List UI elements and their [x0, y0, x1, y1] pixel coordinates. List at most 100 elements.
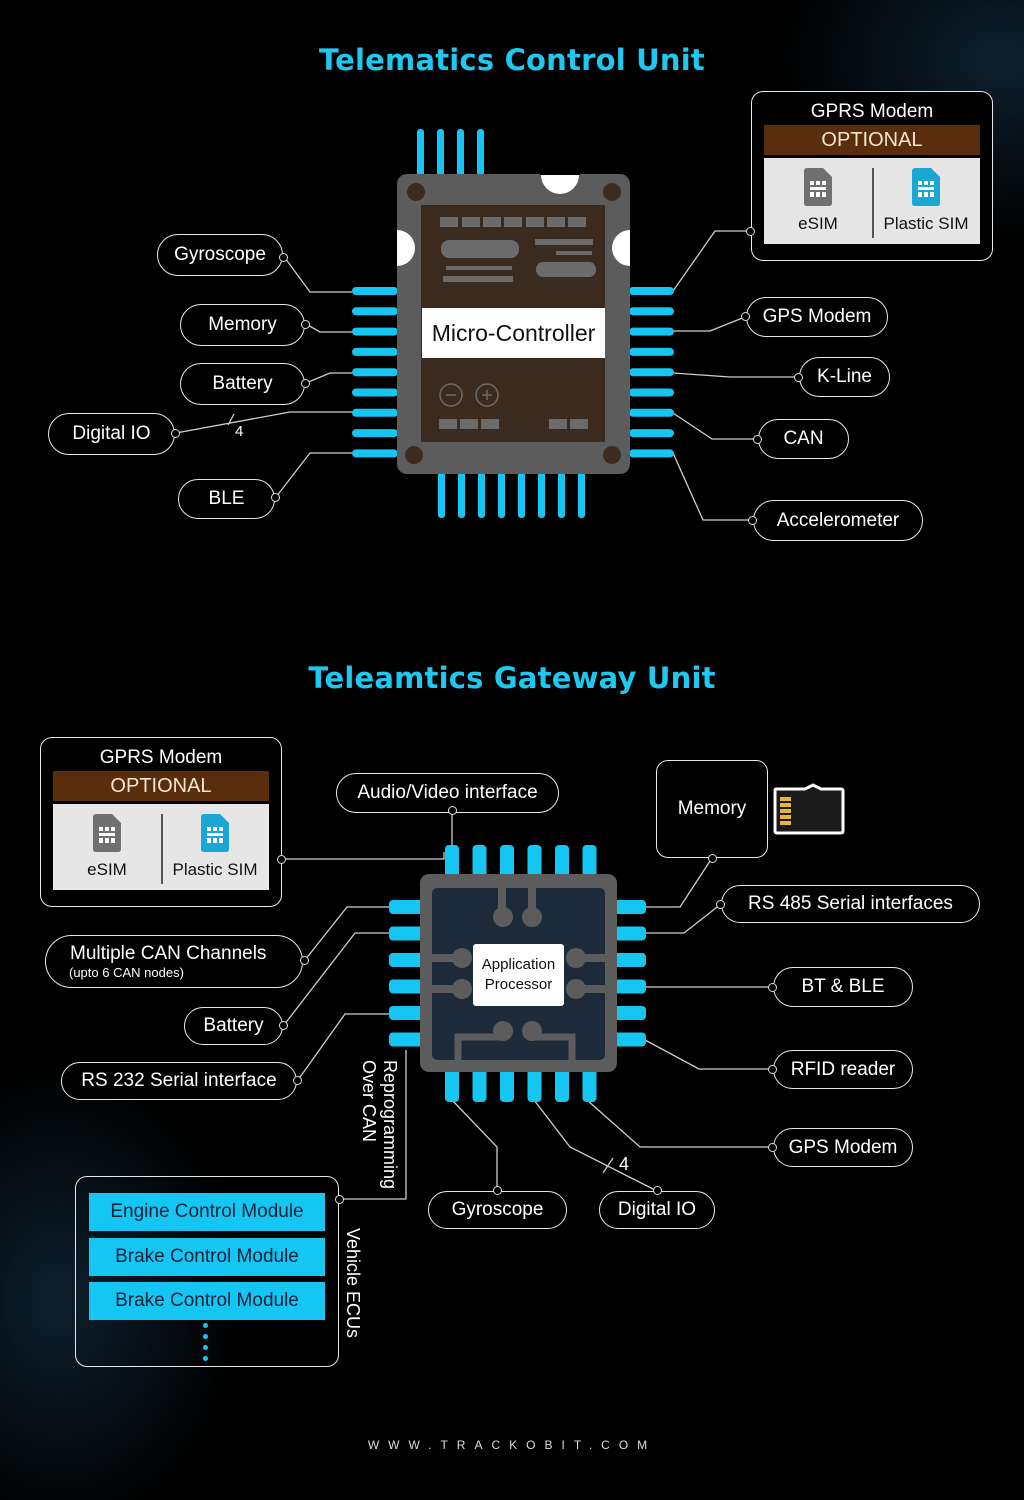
can-channels-label: Multiple CAN Channels	[70, 943, 267, 964]
sim-label: eSIM	[87, 860, 127, 879]
wire-gyro2	[451, 1099, 498, 1191]
reprogramming-label: Reprogramming Over CAN	[358, 1060, 400, 1189]
connector-dot	[748, 516, 757, 525]
connector-dot	[171, 429, 180, 438]
connector-dot	[279, 1021, 288, 1030]
pill-k-line: K-Line	[799, 357, 890, 397]
footer-url: WWW.TRACKOBIT.COM	[367, 1438, 657, 1452]
pill-digital-io-2: Digital IO	[599, 1191, 715, 1229]
chip-pin	[612, 1032, 646, 1047]
connector-dot	[448, 806, 457, 815]
ecu-item: Brake Control Module	[89, 1238, 325, 1276]
chip-pin	[629, 408, 674, 417]
connector-dot	[741, 312, 750, 321]
wire-accelerometer	[672, 452, 752, 521]
sim-label: Plastic SIM	[172, 860, 258, 879]
chip-pin	[352, 449, 398, 458]
sim-options: eSIM Plastic SIM	[764, 158, 980, 244]
wire-ble	[275, 452, 352, 498]
sim-label: Plastic SIM	[883, 214, 969, 233]
ecu-item: Brake Control Module	[89, 1282, 325, 1320]
connector-dot	[768, 1065, 777, 1074]
connector-dot	[301, 320, 310, 329]
chip-pin	[629, 307, 674, 316]
chip-pin	[352, 347, 398, 356]
wire-memory	[305, 323, 352, 333]
wire-gprs2	[282, 852, 445, 860]
pill-gps-modem-2: GPS Modem	[773, 1128, 913, 1167]
chip-pin	[389, 979, 425, 994]
wire-rs485	[645, 903, 722, 934]
chip-pin	[352, 287, 398, 295]
wire-digital-io	[175, 411, 352, 434]
wire-battery2	[283, 932, 390, 1026]
sim-card-icon	[804, 168, 832, 206]
chip-pin	[612, 926, 646, 941]
chip-pin	[629, 327, 674, 336]
connector-dot	[768, 1143, 777, 1152]
sim-card-icon	[201, 814, 229, 852]
pill-ble: BLE	[178, 479, 275, 519]
wire-memory2	[645, 857, 713, 908]
sim-option-plastic: Plastic SIM	[872, 158, 980, 244]
memory-box: Memory	[656, 760, 768, 858]
chip-pin	[352, 429, 398, 438]
wire-battery	[305, 372, 352, 384]
tcu-title: Telematics Control Unit	[319, 43, 705, 77]
more-ellipsis-icon	[203, 1323, 208, 1361]
chip-pin	[389, 900, 425, 914]
reprog-line: Reprogramming	[380, 1060, 400, 1190]
chip-pin	[352, 388, 398, 397]
pill-audio-video: Audio/Video interface	[336, 773, 559, 813]
gprs-modem-box-2: GPRS Modem OPTIONAL eSIM Plastic SIM	[40, 737, 282, 907]
connector-dot	[493, 1186, 502, 1195]
sim-options: eSIM Plastic SIM	[53, 804, 269, 890]
pill-battery: Battery	[180, 363, 305, 405]
sim-option-esim: eSIM	[53, 804, 161, 890]
wire-can	[672, 412, 758, 440]
connector-dot	[277, 855, 286, 864]
chip-label-line: Application	[481, 956, 556, 973]
connector-dot	[300, 956, 309, 965]
microcontroller-label: Micro-Controller	[431, 319, 596, 346]
wire-gps	[673, 316, 746, 332]
chip-pin	[352, 327, 398, 336]
pill-bt-ble: BT & BLE	[773, 967, 913, 1007]
wire-gps2	[586, 1099, 773, 1148]
connector-dot	[271, 493, 280, 502]
pill-rfid: RFID reader	[773, 1050, 913, 1089]
ecu-item: Engine Control Module	[89, 1193, 325, 1231]
gprs-modem-title: GPRS Modem	[810, 101, 934, 122]
chip-pin	[612, 979, 646, 994]
pill-rs485: RS 485 Serial interfaces	[721, 885, 980, 923]
pill-gyroscope-2: Gyroscope	[428, 1191, 567, 1229]
chip-pin	[612, 953, 646, 967]
pill-digital-io: Digital IO	[48, 413, 175, 455]
sim-option-plastic: Plastic SIM	[161, 804, 269, 890]
chip-pin	[612, 1006, 646, 1020]
tgu-title: Teleamtics Gateway Unit	[308, 661, 716, 695]
chip-pin	[629, 388, 674, 397]
connector-dot	[708, 854, 717, 863]
pill-can: CAN	[758, 419, 849, 459]
wire-kline	[672, 372, 798, 378]
chip-pin	[629, 287, 674, 295]
chip-pin	[389, 953, 425, 967]
divider	[872, 168, 874, 238]
bus-width-label: 4	[619, 1154, 630, 1174]
vehicle-ecus-label: Vehicle ECUs	[343, 1228, 363, 1339]
chip-pin	[629, 449, 674, 458]
divider	[161, 814, 163, 884]
optional-badge: OPTIONAL	[764, 125, 980, 155]
connector-dot	[794, 373, 803, 382]
pill-memory: Memory	[180, 304, 305, 346]
optional-badge: OPTIONAL	[53, 771, 269, 801]
pill-gyroscope: Gyroscope	[157, 234, 283, 276]
chip-pin	[629, 429, 674, 438]
chip-pin	[389, 1006, 425, 1020]
gprs-modem-title: GPRS Modem	[99, 747, 223, 768]
connector-dot	[746, 227, 755, 236]
connector-dot	[293, 1076, 302, 1085]
pill-accelerometer: Accelerometer	[753, 500, 923, 541]
micro-sd-card-icon	[773, 783, 845, 835]
